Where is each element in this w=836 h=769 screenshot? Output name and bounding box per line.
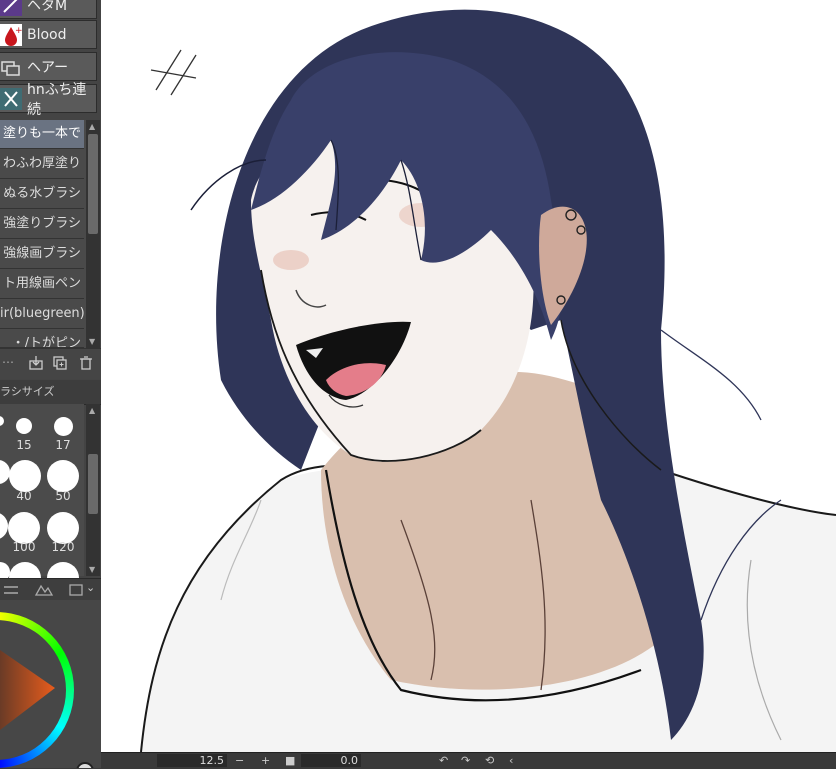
sub-tool-label: ヘアー — [27, 59, 69, 76]
size-label: 50 — [55, 489, 71, 503]
size-label: 40 — [16, 489, 32, 503]
import-icon[interactable] — [28, 355, 44, 371]
sub-tool-heta-m[interactable]: ヘタM — [0, 0, 97, 19]
feather-brush-icon — [0, 0, 22, 16]
brush-item[interactable]: 強線画ブラシ — [0, 240, 84, 269]
left-sidebar: ヘタM + Blood ヘアー hnふち連続 塗りも一本で わふわ厚塗り ぬる水… — [0, 0, 101, 768]
brush-size-grid: 15 17 40 50 100 120 — [0, 404, 84, 594]
more-icon[interactable]: ⋯ — [2, 355, 14, 369]
scroll-thumb[interactable] — [88, 454, 98, 514]
zoom-in-button[interactable]: + — [261, 754, 270, 767]
color-wheel-panel — [0, 600, 101, 768]
sub-tool-blood[interactable]: + Blood — [0, 20, 97, 49]
brush-item[interactable]: 塗りも一本で — [0, 120, 84, 149]
rotate-left-icon[interactable]: ↶ — [439, 754, 448, 767]
size-dot[interactable] — [9, 460, 41, 492]
sub-tool-hn-fuchi[interactable]: hnふち連続 — [0, 82, 97, 118]
scroll-down-icon[interactable]: ▼ — [89, 337, 95, 346]
size-label: 120 — [51, 540, 75, 554]
collapse-icon[interactable]: ‹ — [509, 754, 513, 767]
zoom-field[interactable]: 12.5 — [157, 754, 227, 767]
color-panel-tabs: ⌄ — [0, 578, 101, 601]
sub-tool-label: ヘタM — [27, 0, 68, 14]
brush-item[interactable]: ト用線画ペン — [0, 270, 84, 299]
size-dot[interactable] — [0, 416, 4, 426]
scroll-up-icon[interactable]: ▲ — [89, 122, 95, 131]
scroll-down-icon[interactable]: ▼ — [89, 565, 95, 574]
zoom-out-button[interactable]: − — [235, 754, 244, 767]
sub-tool-label: hnふち連続 — [27, 81, 87, 118]
intermediate-color-tab-icon[interactable] — [68, 583, 84, 597]
size-label: 15 — [16, 438, 32, 452]
brush-size-scrollbar[interactable]: ▲ ▼ — [86, 404, 100, 576]
status-bar: 12.5 − + ■ 0.0 ↶ ↷ ⟲ ‹ — [101, 752, 836, 769]
svg-text:+: + — [15, 26, 22, 36]
color-set-tab-icon[interactable] — [34, 583, 54, 597]
artwork — [140, 9, 836, 752]
size-label: 17 — [55, 438, 71, 452]
brush-item[interactable]: ぬる水ブラシ — [0, 180, 84, 209]
brush-list: 塗りも一本で わふわ厚塗り ぬる水ブラシ 強塗りブラシ 強線画ブラシ ト用線画ペ… — [0, 120, 86, 348]
panel-menu-icon[interactable]: ⌄ — [86, 581, 95, 594]
brush-list-scrollbar[interactable]: ▲ ▼ — [86, 120, 100, 348]
rotate-right-icon[interactable]: ↷ — [461, 754, 470, 767]
brush-item[interactable]: 強塗りブラシ — [0, 210, 84, 239]
size-dot[interactable] — [47, 460, 79, 492]
scroll-thumb[interactable] — [88, 134, 98, 234]
size-label: 100 — [12, 540, 36, 554]
sub-tool-label: Blood — [27, 26, 67, 43]
fit-view-icon[interactable]: ■ — [285, 754, 295, 767]
brush-item[interactable]: ir(bluegreen) — [0, 300, 84, 329]
blood-drop-icon: + — [0, 23, 22, 46]
brush-size-panel-title: ラシサイズ — [0, 380, 101, 405]
scroll-up-icon[interactable]: ▲ — [89, 406, 95, 415]
trash-icon[interactable] — [78, 355, 94, 371]
brush-actions-bar: ⋯ — [0, 348, 101, 379]
brush-item[interactable]: わふわ厚塗り — [0, 150, 84, 179]
x-brush-icon — [0, 87, 22, 110]
reset-rotation-icon[interactable]: ⟲ — [485, 754, 494, 767]
size-dot[interactable] — [16, 418, 32, 434]
color-slider-tab-icon[interactable] — [2, 583, 20, 597]
saturation-triangle[interactable] — [0, 640, 60, 740]
hair-brush-icon — [0, 56, 22, 78]
sub-tool-hair[interactable]: ヘアー — [0, 52, 97, 81]
panel-title-text: ラシサイズ — [0, 385, 55, 398]
drawing-canvas[interactable] — [101, 0, 836, 752]
color-picker-handle[interactable] — [76, 762, 94, 768]
brush-item[interactable]: ・/トがピン — [0, 330, 84, 348]
duplicate-icon[interactable] — [52, 355, 68, 371]
size-dot[interactable] — [54, 417, 73, 436]
rotation-field[interactable]: 0.0 — [301, 754, 361, 767]
size-dot[interactable] — [0, 512, 8, 540]
